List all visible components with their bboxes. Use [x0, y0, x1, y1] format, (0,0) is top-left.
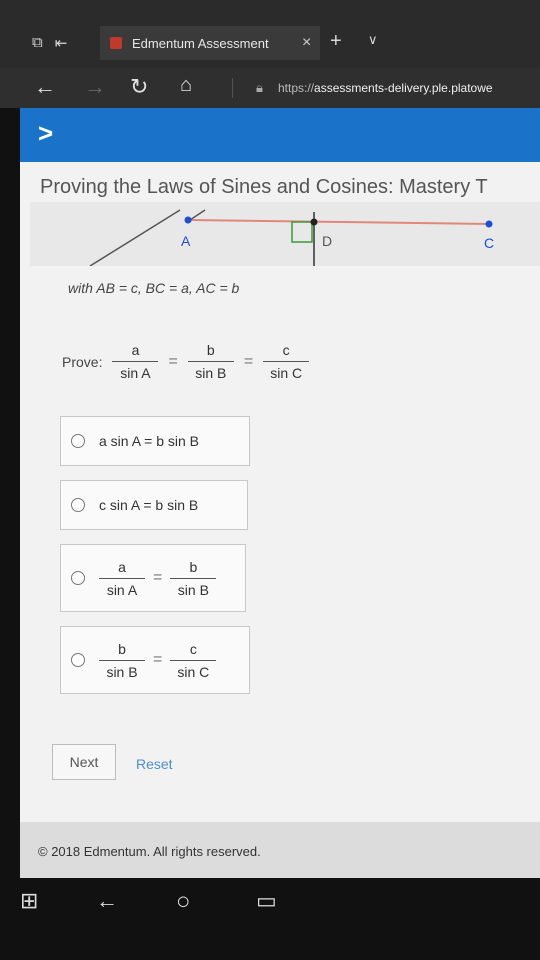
radio-button[interactable] — [71, 498, 85, 512]
browser-tab[interactable]: Edmentum Assessment × — [100, 26, 320, 60]
answer-option-3[interactable]: a sin A = b sin B — [60, 544, 246, 612]
fraction-b: b sin B — [187, 342, 234, 381]
url-host: assessments-delivery.ple.platowe — [314, 81, 493, 95]
fraction-c: c sin C — [263, 342, 310, 381]
lock-icon: 🔒︎ — [256, 80, 263, 95]
fraction-a: a sin A — [112, 342, 159, 381]
equals-sign: = — [243, 352, 254, 370]
url-field[interactable]: https://assessments-delivery.ple.platowe — [278, 81, 540, 95]
given-statement: with AB = c, BC = a, AC = b — [68, 280, 240, 296]
radio-button[interactable] — [71, 434, 85, 448]
point-a — [184, 216, 192, 224]
label-c: C — [484, 235, 494, 251]
copyright-text: © 2018 Edmentum. All rights reserved. — [38, 844, 261, 859]
back-arrow-icon[interactable]: ← — [34, 74, 56, 100]
answer-option-4[interactable]: b sin B = c sin C — [60, 626, 250, 694]
chevron-right-icon[interactable]: > — [38, 118, 53, 149]
tab-close-icon[interactable]: × — [302, 34, 311, 52]
option-text: c sin A = b sin B — [99, 497, 199, 513]
windows-start-icon[interactable]: ⊞ — [20, 888, 38, 914]
page-title: Proving the Laws of Sines and Cosines: M… — [40, 176, 488, 198]
option-text: a sin A = b sin B — [99, 433, 200, 449]
forward-arrow-icon[interactable]: → — [84, 74, 106, 100]
tab-aside-icon[interactable]: ⇤ — [55, 34, 68, 52]
side-ab — [189, 209, 206, 221]
windows-taskbar: ⊞ ← ○ ▭ — [0, 878, 540, 960]
prove-label: Prove: — [62, 353, 103, 370]
answer-option-2[interactable]: c sin A = b sin B — [60, 480, 248, 530]
new-tab-icon[interactable]: + — [330, 30, 342, 53]
tab-title: Edmentum Assessment — [132, 35, 269, 51]
radio-button[interactable] — [71, 571, 85, 585]
point-c — [485, 220, 493, 228]
tab-list-icon[interactable]: ∨ — [368, 32, 378, 48]
label-d: D — [322, 233, 332, 249]
page-footer: © 2018 Edmentum. All rights reserved. — [20, 822, 540, 878]
answer-option-1[interactable]: a sin A = b sin B — [60, 416, 250, 466]
equals-sign: = — [153, 569, 163, 586]
home-icon[interactable]: ⌂ — [180, 74, 192, 97]
edmentum-favicon-icon — [110, 37, 122, 49]
radio-button[interactable] — [71, 653, 85, 667]
next-button[interactable]: Next — [52, 744, 116, 780]
app-header: > — [20, 108, 540, 162]
equals-sign: = — [153, 651, 163, 668]
question-panel: Proving the Laws of Sines and Cosines: M… — [20, 162, 540, 822]
option-equation: b sin B = c sin C — [99, 641, 217, 680]
side-ac — [189, 219, 491, 225]
option-equation: a sin A = b sin B — [99, 559, 217, 598]
url-scheme: https:// — [278, 81, 315, 95]
equals-sign: = — [168, 352, 178, 370]
prove-statement: Prove: a sin A = b sin B = c sin C — [62, 342, 310, 381]
right-angle-marker — [291, 221, 313, 243]
point-d — [310, 218, 318, 226]
triangle-diagram: A D C — [30, 202, 540, 266]
diagram-svg: A D C — [89, 209, 494, 266]
tab-actions-icon[interactable]: ⧉ — [32, 34, 43, 52]
divider — [232, 78, 233, 98]
browser-tab-bar: ⧉ ⇤ Edmentum Assessment × + ∨ — [0, 0, 540, 68]
task-view-icon[interactable]: ▭ — [256, 888, 277, 914]
reset-link[interactable]: Reset — [136, 756, 173, 772]
label-a: A — [181, 233, 191, 249]
side-extension — [89, 209, 181, 266]
back-arrow-icon[interactable]: ← — [96, 888, 118, 914]
address-bar-row: ← → ↻ ⌂ 🔒︎ https://assessments-delivery.… — [0, 68, 540, 108]
refresh-icon[interactable]: ↻ — [130, 74, 148, 100]
cortana-circle-icon[interactable]: ○ — [176, 888, 191, 916]
